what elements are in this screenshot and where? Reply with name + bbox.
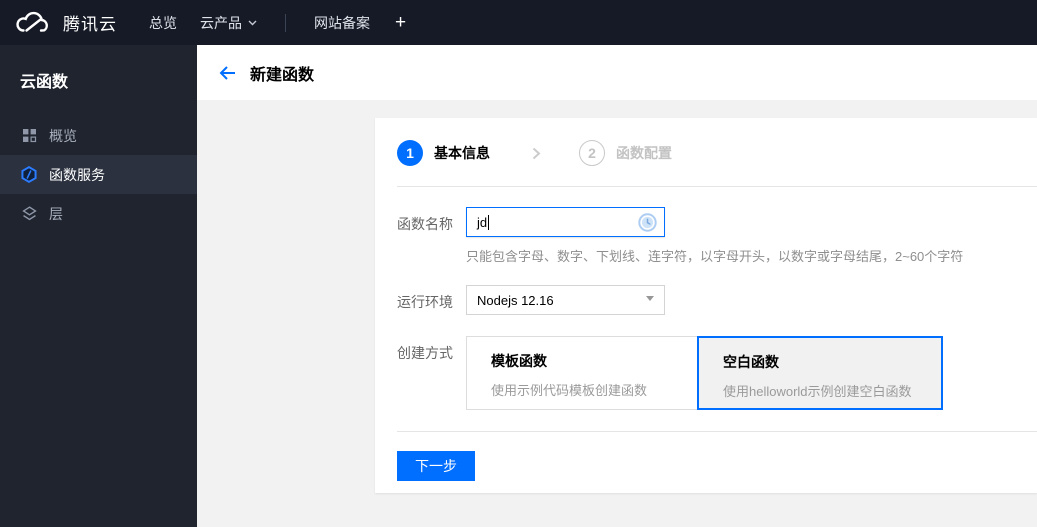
nav-item-overview[interactable]: 总览 — [149, 13, 177, 33]
nav-item-icp[interactable]: 网站备案 — [314, 13, 370, 33]
nav-menu: 总览 云产品 网站备案 + — [149, 12, 406, 34]
sidebar-item-label: 概览 — [49, 127, 77, 144]
create-function-card: 1 基本信息 2 函数配置 函数名称 jd 只能包含字母、数字、下划线、连字符，… — [375, 118, 1037, 493]
sidebar-item-label: 层 — [49, 205, 63, 222]
add-tab-button[interactable]: + — [395, 12, 406, 34]
step-chevron-icon — [532, 147, 541, 160]
product-title: 云函数 — [20, 74, 69, 91]
brand-name: 腾讯云 — [63, 15, 117, 34]
form-row-method: 创建方式 模板函数 使用示例代码模板创建函数 空白函数 使用helloworld… — [375, 336, 1037, 410]
method-desc: 使用helloworld示例创建空白函数 — [723, 384, 912, 399]
step-2-circle: 2 — [579, 140, 605, 166]
sidebar-item-layers[interactable]: 层 — [0, 194, 197, 233]
form-row-name: 函数名称 jd 只能包含字母、数字、下划线、连字符，以字母开头，以数字或字母结尾… — [375, 207, 1037, 265]
step-1-circle: 1 — [397, 140, 423, 166]
runtime-select[interactable]: Nodejs 12.16 — [466, 285, 665, 315]
sidebar-item-label: 函数服务 — [49, 166, 105, 183]
validating-clock-icon — [638, 213, 657, 237]
form-row-runtime: 运行环境 Nodejs 12.16 — [375, 285, 1037, 315]
method-cards: 模板函数 使用示例代码模板创建函数 空白函数 使用helloworld示例创建空… — [466, 336, 943, 410]
next-step-button[interactable]: 下一步 — [397, 451, 475, 481]
text-cursor — [488, 214, 490, 230]
back-button[interactable] — [219, 65, 237, 81]
method-title: 空白函数 — [723, 354, 779, 370]
runtime-label: 运行环境 — [397, 294, 453, 310]
method-card-blank[interactable]: 空白函数 使用helloworld示例创建空白函数 — [697, 336, 943, 410]
step-2-label: 函数配置 — [616, 145, 672, 161]
nav-divider — [285, 13, 286, 32]
scf-hexagon-icon — [20, 165, 38, 184]
method-label: 创建方式 — [397, 345, 453, 361]
method-title: 模板函数 — [491, 353, 547, 369]
grid-icon — [20, 127, 38, 145]
layers-icon — [20, 205, 38, 223]
tencent-cloud-logo[interactable]: 腾讯云 — [0, 9, 117, 36]
footer-divider — [397, 431, 1037, 432]
method-desc: 使用示例代码模板创建函数 — [491, 383, 648, 398]
cloud-logo-icon — [14, 9, 54, 36]
top-navbar: 腾讯云 总览 云产品 网站备案 + — [0, 0, 1037, 45]
method-card-template[interactable]: 模板函数 使用示例代码模板创建函数 — [466, 336, 698, 410]
wizard-steps: 1 基本信息 2 函数配置 — [375, 118, 1037, 166]
name-help-text: 只能包含字母、数字、下划线、连字符，以字母开头，以数字或字母结尾，2~60个字符 — [466, 249, 964, 264]
content-area: 1 基本信息 2 函数配置 函数名称 jd 只能包含字母、数字、下划线、连字符，… — [197, 100, 1037, 527]
page-header: 新建函数 — [197, 45, 1037, 100]
nav-item-cloud-products[interactable]: 云产品 — [200, 13, 257, 33]
sidebar-item-overview[interactable]: 概览 — [0, 116, 197, 155]
sidebar: 云函数 概览 函数服务 层 — [0, 45, 197, 527]
chevron-down-icon — [248, 20, 257, 26]
step-1-label: 基本信息 — [434, 145, 490, 161]
sidebar-item-function-service[interactable]: 函数服务 — [0, 155, 197, 194]
name-label: 函数名称 — [397, 216, 453, 232]
steps-divider — [397, 186, 1037, 187]
select-caret-icon — [646, 296, 654, 301]
function-name-input[interactable]: jd — [466, 207, 665, 237]
page-title: 新建函数 — [250, 66, 315, 84]
